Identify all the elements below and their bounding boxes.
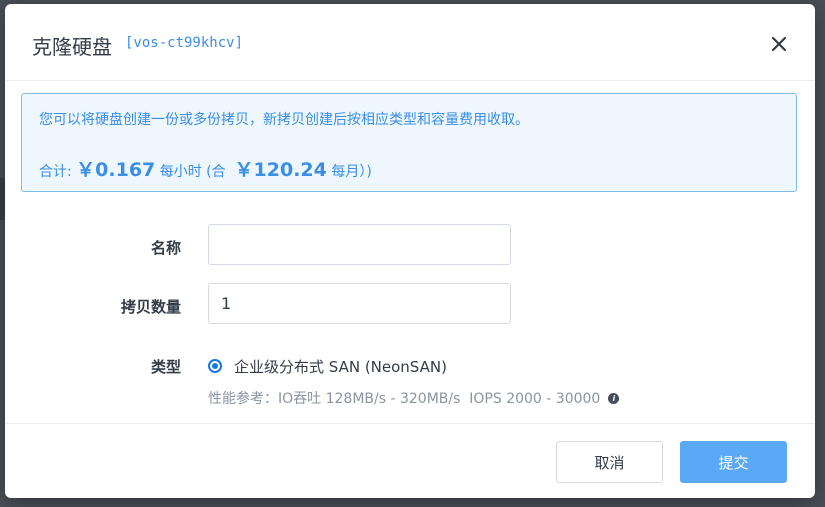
copies-label: 拷贝数量	[120, 298, 181, 316]
dialog-title: 克隆硬盘	[32, 35, 112, 59]
submit-button[interactable]: 提交	[680, 441, 787, 483]
notice-message: 您可以将硬盘创建一份或多份拷贝，新拷贝创建后按相应类型和容量费用收取。	[39, 112, 529, 128]
info-icon[interactable]: i	[608, 392, 620, 404]
copies-field[interactable]	[208, 283, 511, 324]
notice-total: 合计: ￥0.167 每小时 (合 ￥120.24 每月）)	[39, 155, 372, 182]
dialog-header: 克隆硬盘 [vos-ct99khcv]	[5, 4, 815, 81]
type-option-neonsan[interactable]: 企业级分布式 SAN (NeonSAN)	[208, 356, 447, 376]
name-field[interactable]	[208, 224, 511, 265]
clone-volume-dialog: 克隆硬盘 [vos-ct99khcv] 您可以将硬盘创建一份或多份拷贝，新拷贝创…	[5, 4, 815, 498]
performance-reference: 性能参考：IO吞吐 128MB/s - 320MB/s IOPS 2000 - …	[208, 388, 620, 408]
monthly-price: ￥120.24	[234, 159, 327, 181]
type-label: 类型	[150, 358, 181, 376]
name-label: 名称	[150, 239, 181, 257]
hourly-unit: 每小时 (合	[155, 164, 235, 180]
total-prefix: 合计:	[39, 164, 77, 180]
volume-id: [vos-ct99khcv]	[125, 35, 244, 51]
monthly-unit: 每月）)	[326, 164, 372, 180]
type-option-label: 企业级分布式 SAN (NeonSAN)	[234, 357, 447, 376]
dialog-footer: 取消 提交	[5, 423, 815, 498]
billing-notice: 您可以将硬盘创建一份或多份拷贝，新拷贝创建后按相应类型和容量费用收取。 合计: …	[21, 93, 797, 192]
radio-selected-icon[interactable]	[208, 359, 222, 373]
close-icon[interactable]	[769, 34, 789, 54]
hourly-price: ￥0.167	[76, 159, 156, 181]
performance-text: 性能参考：IO吞吐 128MB/s - 320MB/s IOPS 2000 - …	[208, 391, 601, 407]
cancel-button[interactable]: 取消	[556, 441, 663, 483]
